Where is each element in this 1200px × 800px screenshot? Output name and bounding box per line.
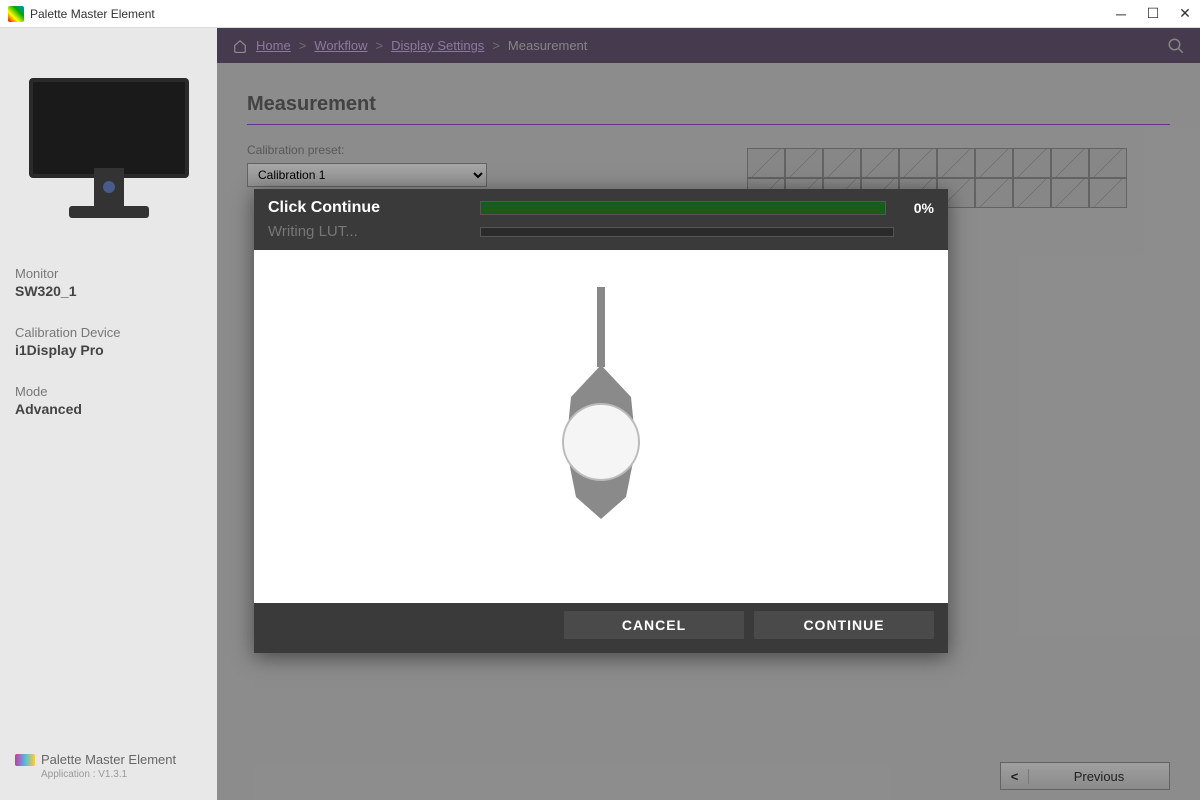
- modal-subtitle: Writing LUT...: [268, 223, 468, 240]
- colorimeter-device-icon: [531, 287, 671, 567]
- progress-bar-secondary: [480, 227, 894, 237]
- continue-button[interactable]: CONTINUE: [754, 611, 934, 639]
- progress-fill: [481, 202, 885, 214]
- modal-title: Click Continue: [268, 199, 468, 217]
- progress-bar-primary: [480, 201, 886, 215]
- window-titlebar: Palette Master Element ─ ☐ ✕: [0, 0, 1200, 28]
- mode-value: Advanced: [15, 401, 202, 417]
- monitor-image: [19, 68, 199, 228]
- minimize-button[interactable]: ─: [1114, 7, 1128, 21]
- footer-version: Application : V1.3.1: [41, 769, 202, 780]
- footer-logo-icon: [15, 754, 35, 766]
- calibration-modal: Click Continue 0% Writing LUT... CANCEL …: [254, 189, 948, 653]
- sidebar: Monitor SW320_1 Calibration Device i1Dis…: [0, 28, 217, 800]
- progress-percent: 0%: [898, 200, 934, 216]
- close-button[interactable]: ✕: [1178, 7, 1192, 21]
- calibration-device-label: Calibration Device: [15, 325, 202, 340]
- maximize-button[interactable]: ☐: [1146, 7, 1160, 21]
- footer-app-name: Palette Master Element: [41, 752, 176, 767]
- calibration-device-value: i1Display Pro: [15, 342, 202, 358]
- monitor-value: SW320_1: [15, 283, 202, 299]
- monitor-label: Monitor: [15, 266, 202, 281]
- cancel-button[interactable]: CANCEL: [564, 611, 744, 639]
- modal-body: [254, 250, 948, 603]
- window-title: Palette Master Element: [30, 7, 1114, 21]
- mode-label: Mode: [15, 384, 202, 399]
- app-icon: [8, 6, 24, 22]
